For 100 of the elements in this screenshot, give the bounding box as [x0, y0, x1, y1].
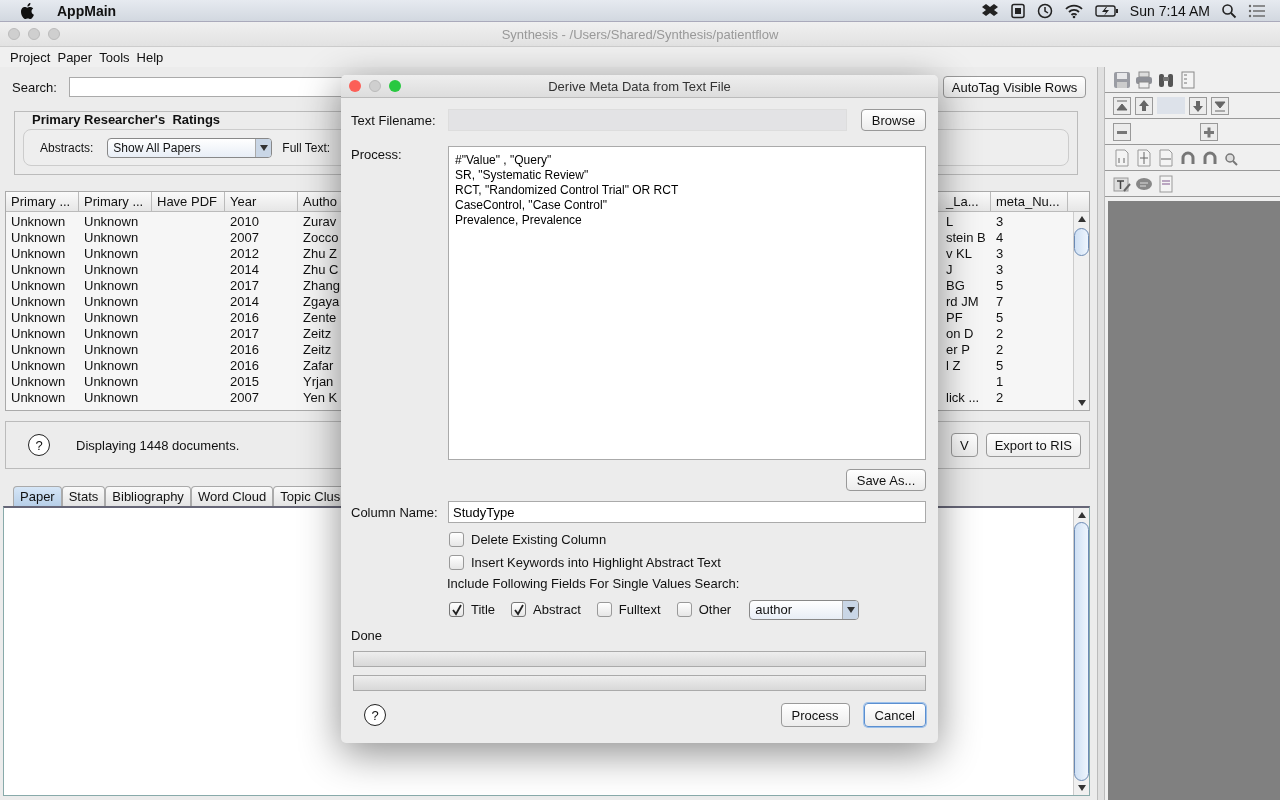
- column-header[interactable]: Have PDF: [152, 192, 225, 211]
- checkbox-label[interactable]: Delete Existing Column: [471, 532, 607, 547]
- close-button[interactable]: [349, 80, 361, 92]
- zoom-button[interactable]: [389, 80, 401, 92]
- search-icon[interactable]: [1221, 2, 1237, 19]
- autotag-button[interactable]: AutoTag Visible Rows: [942, 76, 1087, 98]
- table-cell: Unknown: [11, 261, 66, 277]
- column-header[interactable]: meta_Nu...: [991, 192, 1068, 211]
- clock-text[interactable]: Sun 7:14 AM: [1129, 2, 1210, 19]
- other-field-dropdown[interactable]: author: [749, 599, 860, 620]
- export-button[interactable]: V: [951, 433, 978, 457]
- table-cell: Unknown: [84, 373, 139, 389]
- browse-button[interactable]: Browse: [861, 109, 926, 131]
- table-cell: Unknown: [84, 213, 139, 229]
- tab[interactable]: Paper: [13, 486, 62, 506]
- table-cell: 7: [996, 293, 1004, 309]
- table-cell: 2010: [230, 213, 259, 229]
- scroll-up-icon[interactable]: [1077, 512, 1086, 518]
- table-cell: stein B: [946, 229, 986, 245]
- help-button[interactable]: ?: [28, 434, 50, 456]
- checkbox[interactable]: [449, 532, 464, 547]
- vertical-scrollbar[interactable]: [1073, 508, 1089, 795]
- table-cell: Unknown: [11, 229, 66, 245]
- column-header[interactable]: Year: [225, 192, 298, 211]
- dialog-button[interactable]: Cancel: [863, 703, 926, 727]
- tab[interactable]: Word Cloud: [190, 486, 274, 506]
- screen-icon[interactable]: [1009, 2, 1026, 19]
- column-header[interactable]: Primary ...: [6, 192, 79, 211]
- minus-icon[interactable]: [1113, 122, 1131, 141]
- wifi-icon[interactable]: [1063, 2, 1084, 19]
- checkbox-label[interactable]: Title: [471, 602, 496, 617]
- save-as-button[interactable]: Save As...: [846, 469, 926, 491]
- checkbox[interactable]: [449, 602, 464, 617]
- abstracts-dropdown[interactable]: Show All Papers: [107, 137, 273, 158]
- column-header[interactable]: _La...: [941, 192, 991, 211]
- clock-icon[interactable]: [1036, 2, 1053, 19]
- plus-icon[interactable]: [1200, 122, 1218, 141]
- table-cell: Unknown: [84, 245, 139, 261]
- fit-page-icon[interactable]: [1135, 148, 1153, 167]
- table-cell: Unknown: [11, 373, 66, 389]
- checkbox[interactable]: [676, 602, 692, 617]
- menu-item[interactable]: Project: [10, 49, 51, 65]
- save-icon[interactable]: [1113, 70, 1131, 89]
- table-cell: 2017: [230, 325, 259, 341]
- last-page-icon[interactable]: [1211, 96, 1229, 115]
- battery-icon[interactable]: [1094, 3, 1119, 18]
- tab[interactable]: Stats: [61, 486, 106, 506]
- checkbox-label[interactable]: Fulltext: [618, 602, 661, 617]
- checkbox[interactable]: [511, 602, 527, 617]
- dialog-button[interactable]: Process: [780, 703, 850, 727]
- tab[interactable]: Bibliography: [105, 486, 191, 506]
- checkbox[interactable]: [596, 602, 612, 617]
- table-cell: Unknown: [11, 277, 66, 293]
- scroll-thumb[interactable]: [1074, 228, 1089, 256]
- table-cell: on D: [946, 325, 974, 341]
- table-cell: Unknown: [84, 325, 139, 341]
- scroll-thumb[interactable]: [1074, 522, 1089, 781]
- process-text-area[interactable]: #"Value" , "Query" SR, "Systematic Review" RCT, "Randomized Control Trial" OR RCT CaseControl, "Case Control" Prevalence, Prevalence: [448, 146, 926, 460]
- window-title: Synthesis - /Users/Shared/Synthesis/patientflow: [501, 26, 779, 42]
- checkbox-label[interactable]: Insert Keywords into Highlight Abstract Text: [471, 555, 721, 570]
- fit-width-icon[interactable]: [1157, 148, 1175, 167]
- scroll-down-icon[interactable]: [1077, 400, 1086, 406]
- menu-item[interactable]: Tools: [99, 49, 130, 65]
- checkbox-label[interactable]: Other: [698, 602, 732, 617]
- scroll-down-icon[interactable]: [1077, 785, 1086, 791]
- dialog-title: Derive Meta Data from Text File: [548, 78, 731, 94]
- table-cell: J: [946, 261, 953, 277]
- checkbox[interactable]: [449, 555, 464, 570]
- table-cell: Yrjan: [303, 373, 334, 389]
- table-cell: Zhang: [303, 277, 340, 293]
- first-page-icon[interactable]: [1113, 96, 1131, 115]
- scroll-up-icon[interactable]: [1077, 216, 1086, 222]
- column-name-field[interactable]: StudyType: [448, 501, 926, 523]
- vertical-scrollbar[interactable]: [1073, 212, 1089, 410]
- menu-item[interactable]: Help: [136, 49, 164, 65]
- progress-status-label: Done: [351, 628, 384, 643]
- list-icon[interactable]: [1248, 3, 1266, 18]
- search-field[interactable]: [68, 77, 343, 97]
- table-cell: v KL: [946, 245, 972, 261]
- print-icon[interactable]: [1135, 70, 1153, 89]
- table-cell: 2007: [230, 389, 259, 405]
- table-cell: PF: [946, 309, 963, 325]
- search-label: Search:: [12, 79, 57, 95]
- text-edit-icon[interactable]: [1113, 174, 1131, 193]
- table-cell: Unknown: [84, 389, 139, 405]
- column-header[interactable]: Primary ...: [79, 192, 152, 211]
- apple-logo-icon[interactable]: [20, 2, 34, 19]
- note-icon[interactable]: [1157, 174, 1175, 193]
- help-button[interactable]: ?: [364, 704, 386, 726]
- table-cell: 2017: [230, 277, 259, 293]
- panel-title: Primary Researcher's Ratings: [32, 112, 221, 127]
- checkbox-label[interactable]: Abstract: [533, 602, 581, 617]
- export-button[interactable]: Export to RIS: [985, 433, 1081, 457]
- table-cell: 3: [996, 245, 1004, 261]
- status-message: Displaying 1448 documents.: [76, 437, 240, 453]
- menu-item[interactable]: Paper: [57, 49, 93, 65]
- app-name[interactable]: AppMain: [57, 2, 117, 19]
- table-cell: 2016: [230, 309, 259, 325]
- caret-icon: [842, 600, 859, 619]
- table-cell: Unknown: [11, 357, 66, 373]
